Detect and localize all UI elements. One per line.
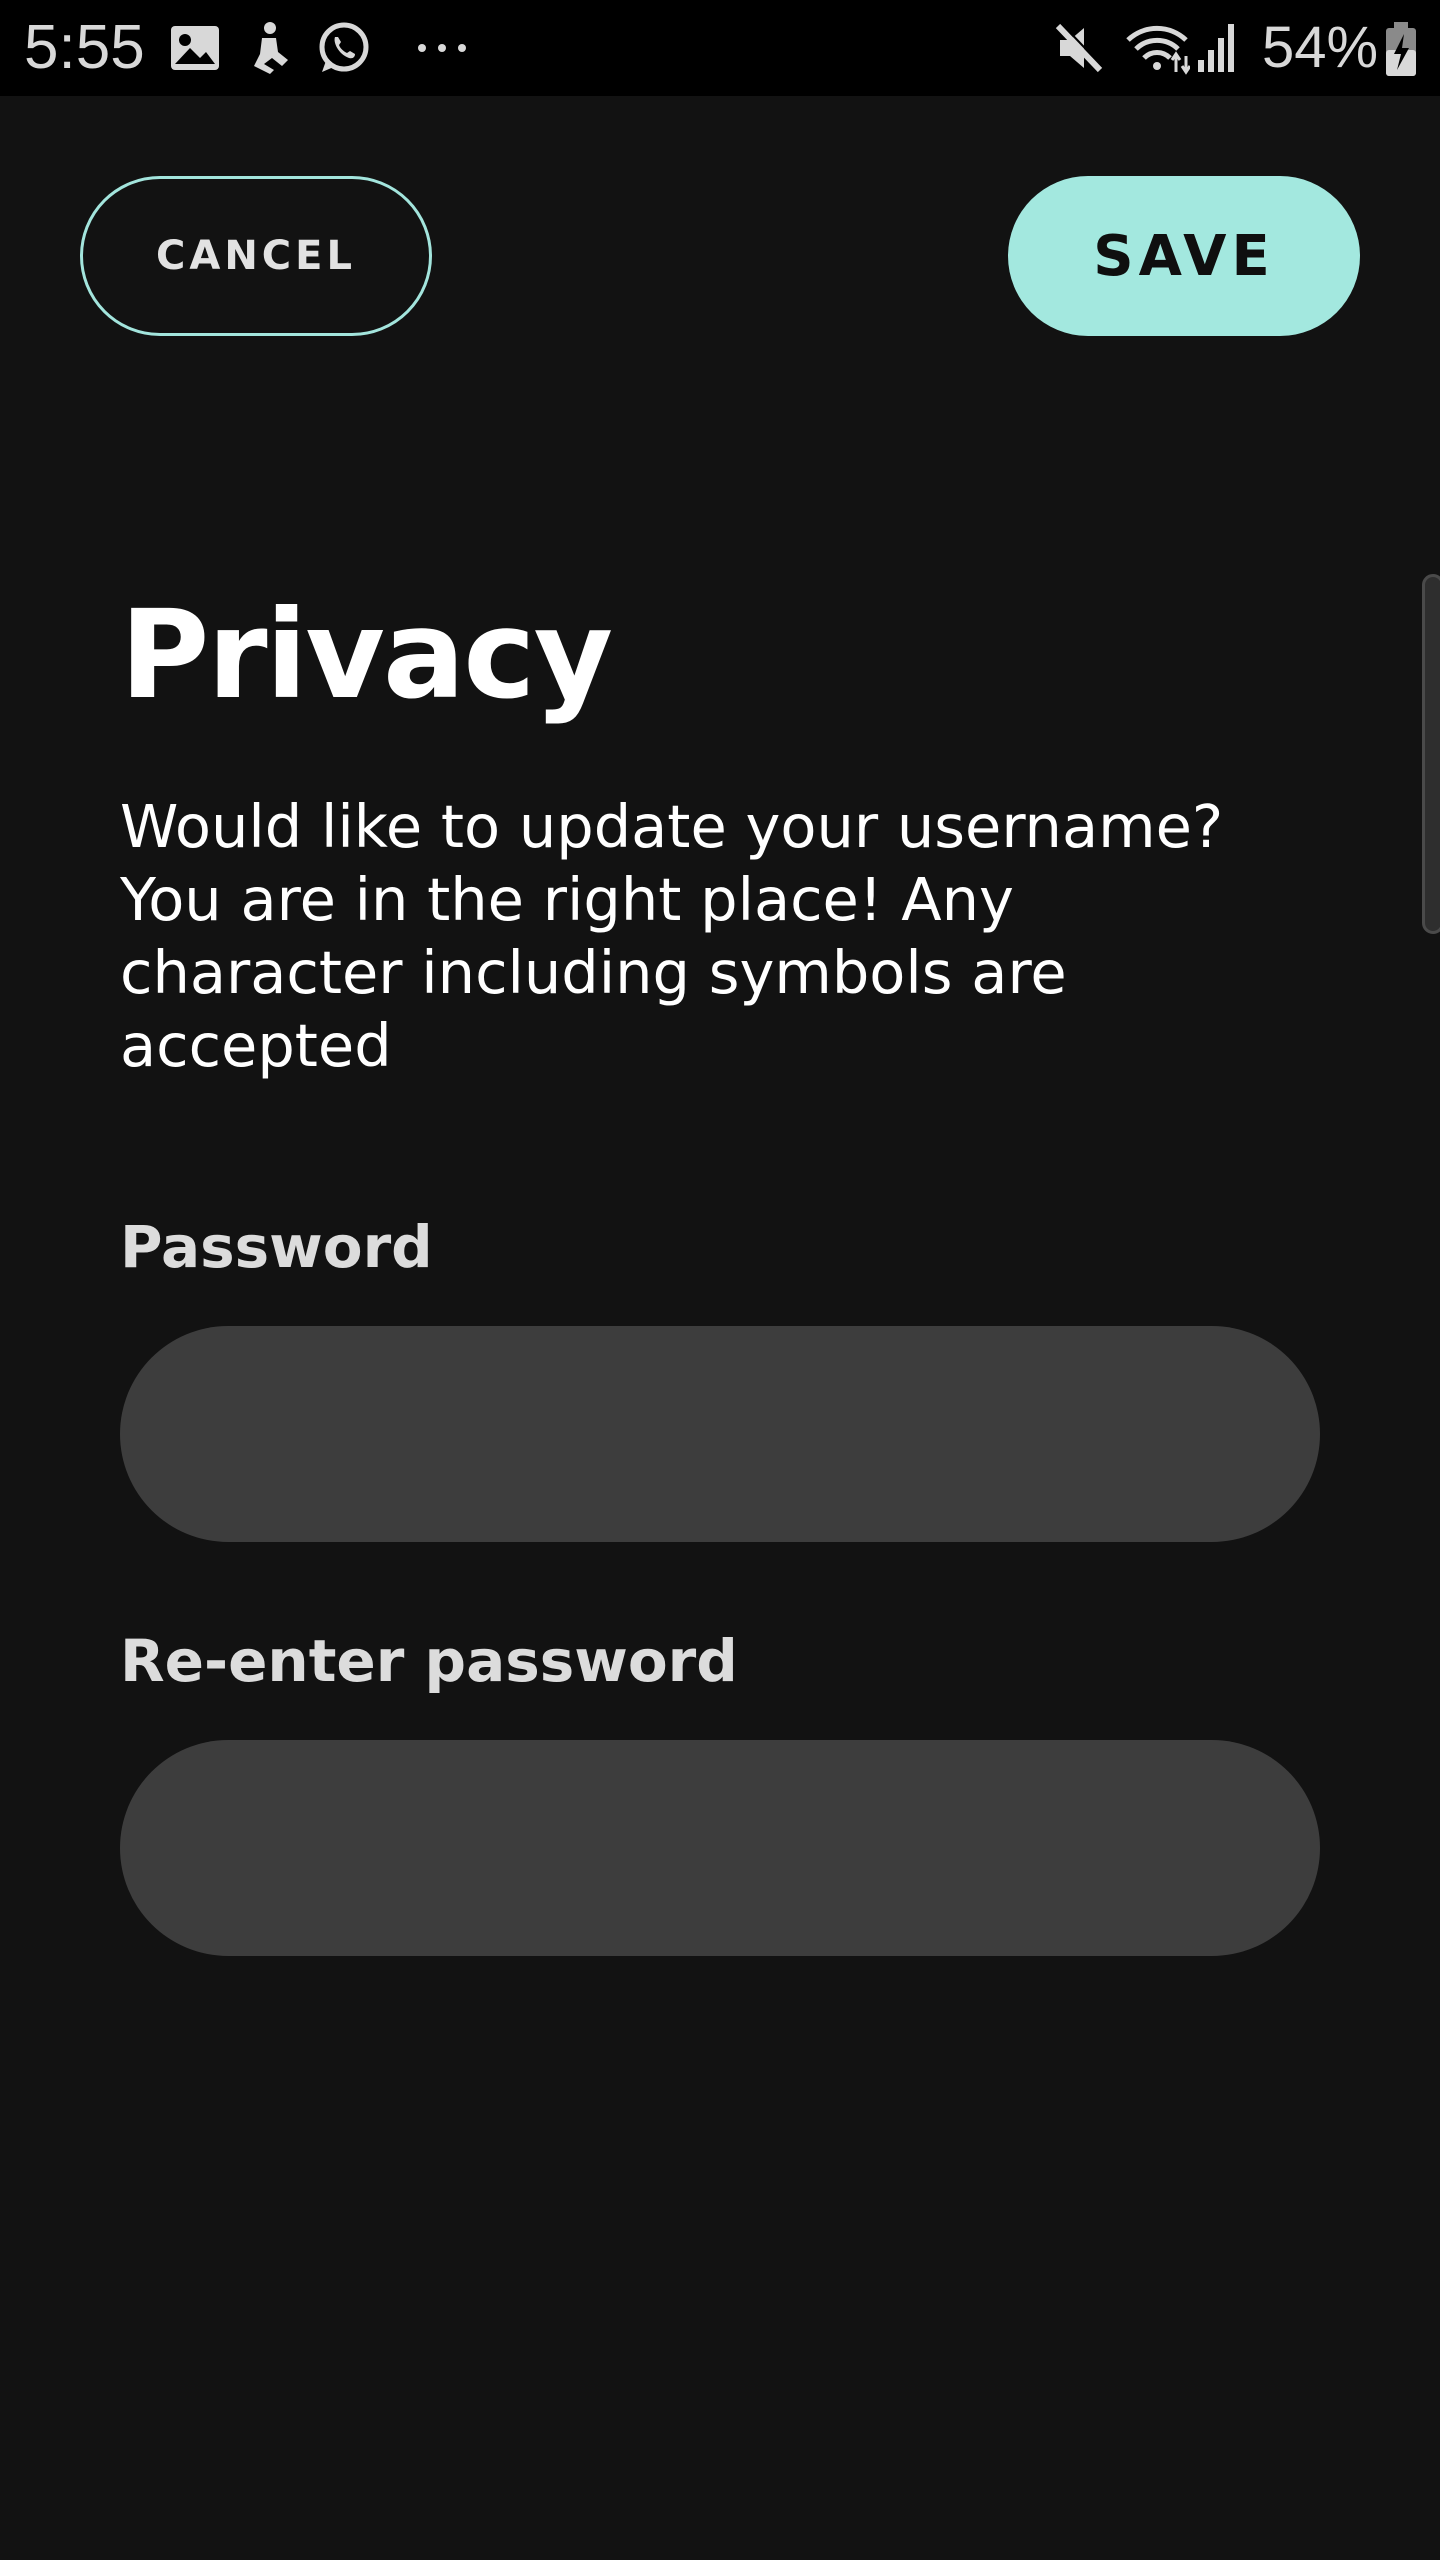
more-icon <box>418 44 466 52</box>
status-time: 5:55 <box>24 13 145 82</box>
battery-charging-icon <box>1386 22 1416 76</box>
page-description: Would like to update your username? You … <box>120 792 1224 1080</box>
mute-icon <box>1055 22 1104 73</box>
privacy-screen: 5:55 54% CANCEL SAVE Privacy Would like … <box>0 0 1440 2560</box>
password-input[interactable] <box>120 1326 1320 1542</box>
wifi-icon <box>1126 25 1190 75</box>
signal-icon <box>1198 24 1234 72</box>
status-bar: 5:55 54% <box>0 0 1440 96</box>
reenter-password-input[interactable] <box>120 1740 1320 1956</box>
whatsapp-icon <box>319 22 369 72</box>
password-label: Password <box>120 1213 433 1281</box>
battery-percent: 54% <box>1262 15 1379 80</box>
cancel-button[interactable]: CANCEL <box>80 176 432 336</box>
gallery-icon <box>171 26 219 70</box>
reenter-password-label: Re-enter password <box>120 1627 738 1695</box>
page-title: Privacy <box>120 584 613 726</box>
scrollbar-handle[interactable] <box>1422 574 1440 934</box>
figure-icon <box>254 22 288 74</box>
save-button[interactable]: SAVE <box>1008 176 1360 336</box>
